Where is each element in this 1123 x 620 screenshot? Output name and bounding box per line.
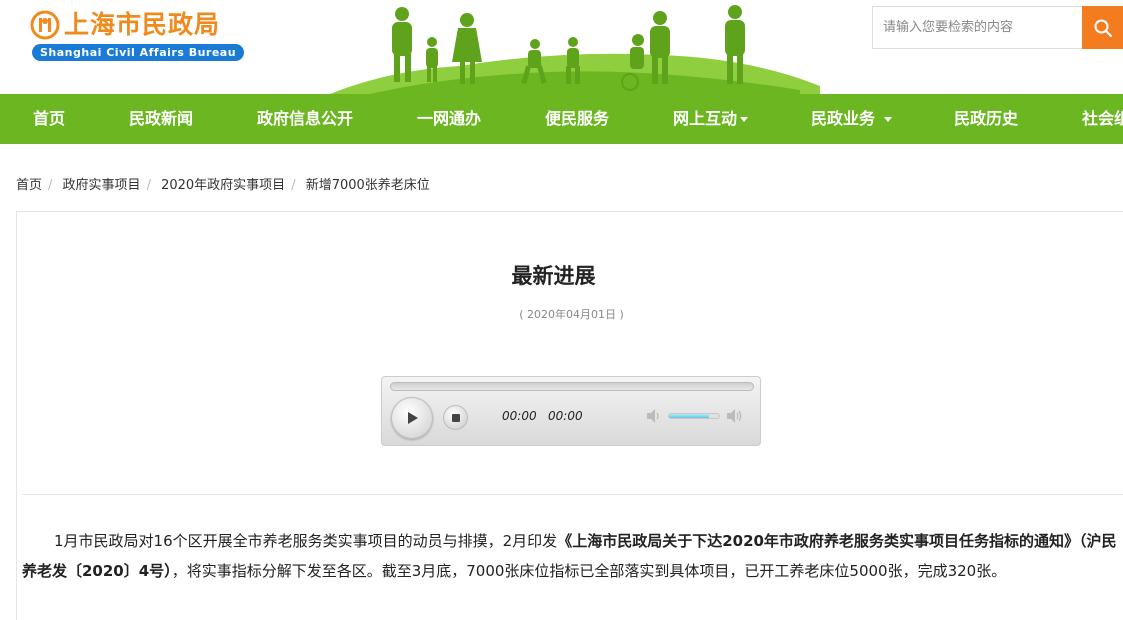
article-date: ( 2020年04月01日 ) xyxy=(519,308,624,321)
breadcrumb-link-2020-projects[interactable]: 2020年政府实事项目 xyxy=(161,178,285,193)
search-input[interactable] xyxy=(872,6,1082,49)
main-nav: 首页 民政新闻 政府信息公开 一网通办 便民服务 网上互动 民政业务 民政历史 … xyxy=(0,94,1123,144)
breadcrumb-separator: / xyxy=(48,178,53,193)
breadcrumb-link-projects[interactable]: 政府实事项目 xyxy=(63,178,141,193)
breadcrumb-separator: / xyxy=(291,178,296,193)
chevron-down-icon xyxy=(883,117,892,122)
audio-player: 00:00 00:00 xyxy=(381,376,761,446)
article-text: 1月市民政局对16个区开展全市养老服务类实事项目的动员与排摸，2月印发 xyxy=(54,532,558,550)
article-title: 最新进展 xyxy=(511,264,596,288)
search-icon xyxy=(1094,19,1112,37)
logo-emblem-icon xyxy=(30,10,60,40)
article-body: 1月市民政局对16个区开展全市养老服务类实事项目的动员与排摸，2月印发《上海市民… xyxy=(22,526,1118,586)
nav-item-label: 政府信息公开 xyxy=(257,109,354,128)
nav-item-label: 网上互动 xyxy=(673,109,738,128)
nav-item-interaction[interactable]: 网上互动 xyxy=(673,94,749,144)
family-silhouette-banner-icon xyxy=(330,5,820,94)
volume-max-icon[interactable] xyxy=(725,407,743,425)
nav-item-label: 社会组 xyxy=(1082,109,1123,128)
nav-item-label: 民政历史 xyxy=(954,109,1019,128)
stop-icon xyxy=(451,413,460,422)
site-logo[interactable]: 上海市民政局 Shanghai Civil Affairs Bureau xyxy=(30,8,245,68)
nav-item-label: 民政业务 xyxy=(811,109,876,128)
nav-item-label: 便民服务 xyxy=(545,109,610,128)
logo-chinese-name: 上海市民政局 xyxy=(64,10,221,39)
volume-slider-fill xyxy=(669,414,709,418)
volume-slider[interactable] xyxy=(668,413,720,419)
nav-item-home[interactable]: 首页 xyxy=(33,94,65,144)
play-icon xyxy=(408,412,418,424)
breadcrumb: 首页 / 政府实事项目 / 2020年政府实事项目 / 新增7000张养老床位 xyxy=(16,174,430,193)
nav-item-label: 首页 xyxy=(33,109,66,128)
breadcrumb-link-current[interactable]: 新增7000张养老床位 xyxy=(306,178,430,193)
breadcrumb-link-home[interactable]: 首页 xyxy=(16,178,42,193)
mute-icon[interactable] xyxy=(645,407,663,425)
nav-item-news[interactable]: 民政新闻 xyxy=(129,94,193,144)
nav-item-services[interactable]: 便民服务 xyxy=(545,94,609,144)
nav-item-one-stop[interactable]: 一网通办 xyxy=(417,94,481,144)
play-button[interactable] xyxy=(391,397,433,439)
nav-item-business[interactable]: 民政业务 xyxy=(811,94,892,144)
stop-button[interactable] xyxy=(443,405,468,430)
logo-english-name: Shanghai Civil Affairs Bureau xyxy=(32,44,245,61)
site-header: 上海市民政局 Shanghai Civil Affairs Bureau xyxy=(0,0,1123,94)
article-text: ，将实事指标分解下发至各区。截至3月底，7000张床位指标已全部落实到具体项目，… xyxy=(171,562,1007,580)
nav-item-history[interactable]: 民政历史 xyxy=(954,94,1018,144)
nav-item-label: 民政新闻 xyxy=(129,109,194,128)
duration-time: 00:00 xyxy=(548,409,583,423)
current-time: 00:00 xyxy=(502,409,537,423)
nav-item-label: 一网通办 xyxy=(417,109,482,128)
breadcrumb-separator: / xyxy=(146,178,151,193)
content-divider xyxy=(22,494,1123,495)
search-box xyxy=(872,6,1123,49)
audio-progress-bar[interactable] xyxy=(390,382,754,391)
chevron-down-icon xyxy=(740,117,749,122)
nav-item-social-orgs[interactable]: 社会组 xyxy=(1082,94,1123,144)
nav-item-info-disclosure[interactable]: 政府信息公开 xyxy=(257,94,353,144)
search-button[interactable] xyxy=(1082,6,1123,49)
